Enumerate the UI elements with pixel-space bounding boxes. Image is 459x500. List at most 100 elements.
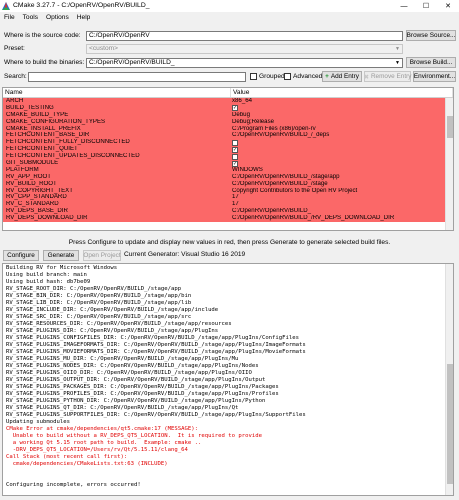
log-line: RV_STAGE_PLUGINS_MOVIEFORMATS_DIR: C:/Op… bbox=[6, 349, 306, 355]
table-row[interactable]: ARCH x86_64 bbox=[3, 98, 447, 105]
row-name: RV_CPP_STANDARD bbox=[6, 194, 67, 201]
row-name: RV_DEPS_DOWNLOAD_DIR bbox=[6, 215, 88, 222]
row-value[interactable]: C:/OpenRV/OpenRV/BUILD_/_deps bbox=[229, 132, 447, 139]
row-name: RV_COPYRIGHT_TEXT bbox=[6, 187, 73, 194]
preset-label: Preset: bbox=[4, 45, 25, 52]
row-name: BUILD_TESTING bbox=[6, 104, 54, 111]
minimize-button[interactable]: — bbox=[393, 0, 415, 12]
table-row[interactable]: RV_DEPS_DOWNLOAD_DIR C:/OpenRV/OpenRV/BUI… bbox=[3, 215, 447, 223]
row-value[interactable]: Copyright Contributors to the Open RV Pr… bbox=[229, 188, 447, 195]
log-line: RV_STAGE_PLUGINS_OUTPUT_DIR: C:/OpenRV/O… bbox=[6, 377, 266, 383]
row-name: RV_DEPS_BASE_DIR bbox=[6, 208, 68, 215]
log-line: RV_STAGE_LIB_DIR: C:/OpenRV/OpenRV/BUILD… bbox=[6, 300, 192, 306]
row-value[interactable]: ✓ bbox=[229, 105, 447, 112]
generate-button[interactable]: Generate bbox=[43, 250, 79, 261]
row-value[interactable]: Debug;Release bbox=[229, 119, 447, 126]
row-name: CMAKE_BUILD_TYPE bbox=[6, 111, 69, 118]
log-line: Building RV for Microsoft Windows bbox=[6, 265, 118, 271]
source-path-input[interactable]: C:/OpenRV/OpenRV bbox=[86, 31, 403, 41]
table-scrollbar-thumb[interactable] bbox=[447, 116, 453, 138]
table-row[interactable]: RV_BUILD_ROOT C:/OpenRV/OpenRV/BUILD_/sta… bbox=[3, 180, 447, 188]
row-name: CMAKE_CONFIGURATION_TYPES bbox=[6, 118, 106, 125]
row-value[interactable]: WINDOWS bbox=[229, 167, 447, 174]
table-row[interactable]: CMAKE_INSTALL_PREFIX C:/Program Files (x8… bbox=[3, 125, 447, 133]
row-name: RV_BUILD_ROOT bbox=[6, 180, 57, 187]
browse-source-button[interactable]: Browse Source... bbox=[406, 30, 456, 41]
menu-file[interactable]: File bbox=[0, 13, 19, 24]
table-row[interactable]: GIT_SUBMODULE ✓ bbox=[3, 160, 447, 167]
column-header-name[interactable]: Name bbox=[3, 88, 231, 97]
log-line: RV_STAGE_PLUGINS_CONFIGFILES_DIR: C:/Ope… bbox=[6, 335, 299, 341]
grouped-checkbox[interactable] bbox=[250, 73, 257, 80]
log-line: RV_STAGE_PLUGINS_NODES_DIR: C:/OpenRV/Op… bbox=[6, 363, 259, 369]
console-scrollbar-thumb[interactable] bbox=[447, 364, 453, 484]
log-line-error: cmake/dependencies/CMakeLists.txt:63 (IN… bbox=[6, 461, 168, 467]
log-line: Configuring incomplete, errors occurred! bbox=[6, 482, 141, 488]
row-value[interactable]: C:/OpenRV/OpenRV/BUILD_ bbox=[229, 208, 447, 215]
add-entry-button[interactable]: + Add Entry bbox=[322, 71, 362, 82]
row-value[interactable]: x86_64 bbox=[229, 98, 447, 105]
table-row[interactable]: CMAKE_BUILD_TYPE Debug bbox=[3, 111, 447, 119]
row-name: FETCHCONTENT_BASE_DIR bbox=[6, 132, 90, 139]
unchecked-checkbox[interactable] bbox=[232, 153, 238, 160]
row-value[interactable]: 17 bbox=[229, 201, 447, 208]
search-label: Search: bbox=[4, 73, 27, 80]
search-input[interactable] bbox=[28, 72, 246, 82]
close-button[interactable]: ✕ bbox=[437, 0, 459, 12]
row-value[interactable]: ✓ bbox=[229, 146, 447, 153]
table-scrollbar[interactable] bbox=[445, 98, 453, 230]
open-project-button[interactable]: Open Project bbox=[83, 250, 121, 261]
remove-icon: ✖ bbox=[363, 73, 369, 81]
menu-bar: File Tools Options Help bbox=[0, 13, 94, 24]
preset-select[interactable]: <custom> ▼ bbox=[86, 44, 403, 54]
unchecked-checkbox[interactable] bbox=[232, 139, 238, 146]
table-row[interactable]: FETCHCONTENT_FULLY_DISCONNECTED bbox=[3, 139, 447, 147]
table-row[interactable]: RV_APP_ROOT C:/OpenRV/OpenRV/BUILD_/stage… bbox=[3, 173, 447, 181]
column-header-value[interactable]: Value bbox=[231, 88, 453, 97]
log-line: RV_STAGE_PLUGINS_SUPPORTFILES_DIR: C:/Op… bbox=[6, 412, 306, 418]
row-name: CMAKE_INSTALL_PREFIX bbox=[6, 125, 81, 132]
remove-entry-button[interactable]: ✖ Remove Entry bbox=[364, 71, 411, 82]
title-bar: CMake 3.27.7 - C:/OpenRV/OpenRV/BUILD_ —… bbox=[0, 0, 459, 12]
configure-button[interactable]: Configure bbox=[3, 250, 39, 261]
log-line: RV_STAGE_INCLUDE_DIR: C:/OpenRV/OpenRV/B… bbox=[6, 307, 219, 313]
binaries-path-combo[interactable]: C:/OpenRV/OpenRV/BUILD_ ▼ bbox=[86, 58, 403, 68]
checked-checkbox[interactable]: ✓ bbox=[232, 105, 238, 112]
table-row[interactable]: FETCHCONTENT_UPDATES_DISCONNECTED bbox=[3, 153, 447, 161]
table-row[interactable]: RV_C_STANDARD 17 bbox=[3, 201, 447, 209]
row-value[interactable]: 17 bbox=[229, 194, 447, 201]
menu-tools[interactable]: Tools bbox=[19, 13, 42, 24]
menu-options[interactable]: Options bbox=[42, 13, 73, 24]
console-scrollbar[interactable] bbox=[445, 264, 453, 495]
row-value[interactable]: C:/OpenRV/OpenRV/BUILD_/stage/app bbox=[229, 174, 447, 181]
environment-button[interactable]: Environment... bbox=[413, 71, 456, 82]
advanced-checkbox[interactable] bbox=[284, 73, 291, 80]
table-row[interactable]: PLATFORM WINDOWS bbox=[3, 166, 447, 174]
row-value[interactable]: C:/OpenRV/OpenRV/BUILD_/stage bbox=[229, 181, 447, 188]
log-line: RV_STAGE_ROOT_DIR: C:/OpenRV/OpenRV/BUIL… bbox=[6, 286, 182, 292]
table-row[interactable]: FETCHCONTENT_QUIET ✓ bbox=[3, 146, 447, 154]
menu-help[interactable]: Help bbox=[73, 13, 95, 24]
table-row[interactable]: BUILD_TESTING ✓ bbox=[3, 104, 447, 112]
row-value[interactable]: Debug bbox=[229, 112, 447, 119]
table-row[interactable]: RV_DEPS_BASE_DIR C:/OpenRV/OpenRV/BUILD_ bbox=[3, 208, 447, 216]
row-value[interactable] bbox=[229, 139, 447, 146]
row-name: RV_APP_ROOT bbox=[6, 173, 51, 180]
advanced-label: Advanced bbox=[293, 73, 323, 80]
row-name: RV_C_STANDARD bbox=[6, 201, 59, 208]
browse-build-button[interactable]: Browse Build... bbox=[406, 57, 456, 68]
checked-checkbox[interactable]: ✓ bbox=[232, 160, 238, 167]
row-value[interactable] bbox=[229, 153, 447, 160]
table-row[interactable]: CMAKE_CONFIGURATION_TYPES Debug;Release bbox=[3, 118, 447, 126]
output-console[interactable]: Building RV for Microsoft Windows Using b… bbox=[2, 263, 454, 496]
table-row[interactable]: FETCHCONTENT_BASE_DIR C:/OpenRV/OpenRV/BU… bbox=[3, 132, 447, 140]
log-line: RV_STAGE_PLUGINS_PYTHON_DIR: C:/OpenRV/O… bbox=[6, 398, 266, 404]
checked-checkbox[interactable]: ✓ bbox=[232, 146, 238, 153]
row-value[interactable]: C:/Program Files (x86)/open-rv bbox=[229, 126, 447, 133]
row-value[interactable]: ✓ bbox=[229, 160, 447, 167]
maximize-button[interactable]: ☐ bbox=[415, 0, 437, 12]
table-row[interactable]: RV_COPYRIGHT_TEXT Copyright Contributors … bbox=[3, 187, 447, 195]
table-row[interactable]: RV_CPP_STANDARD 17 bbox=[3, 194, 447, 202]
row-value[interactable]: C:/OpenRV/OpenRV/BUILD_/RV_DEPS_DOWNLOAD… bbox=[229, 215, 447, 222]
